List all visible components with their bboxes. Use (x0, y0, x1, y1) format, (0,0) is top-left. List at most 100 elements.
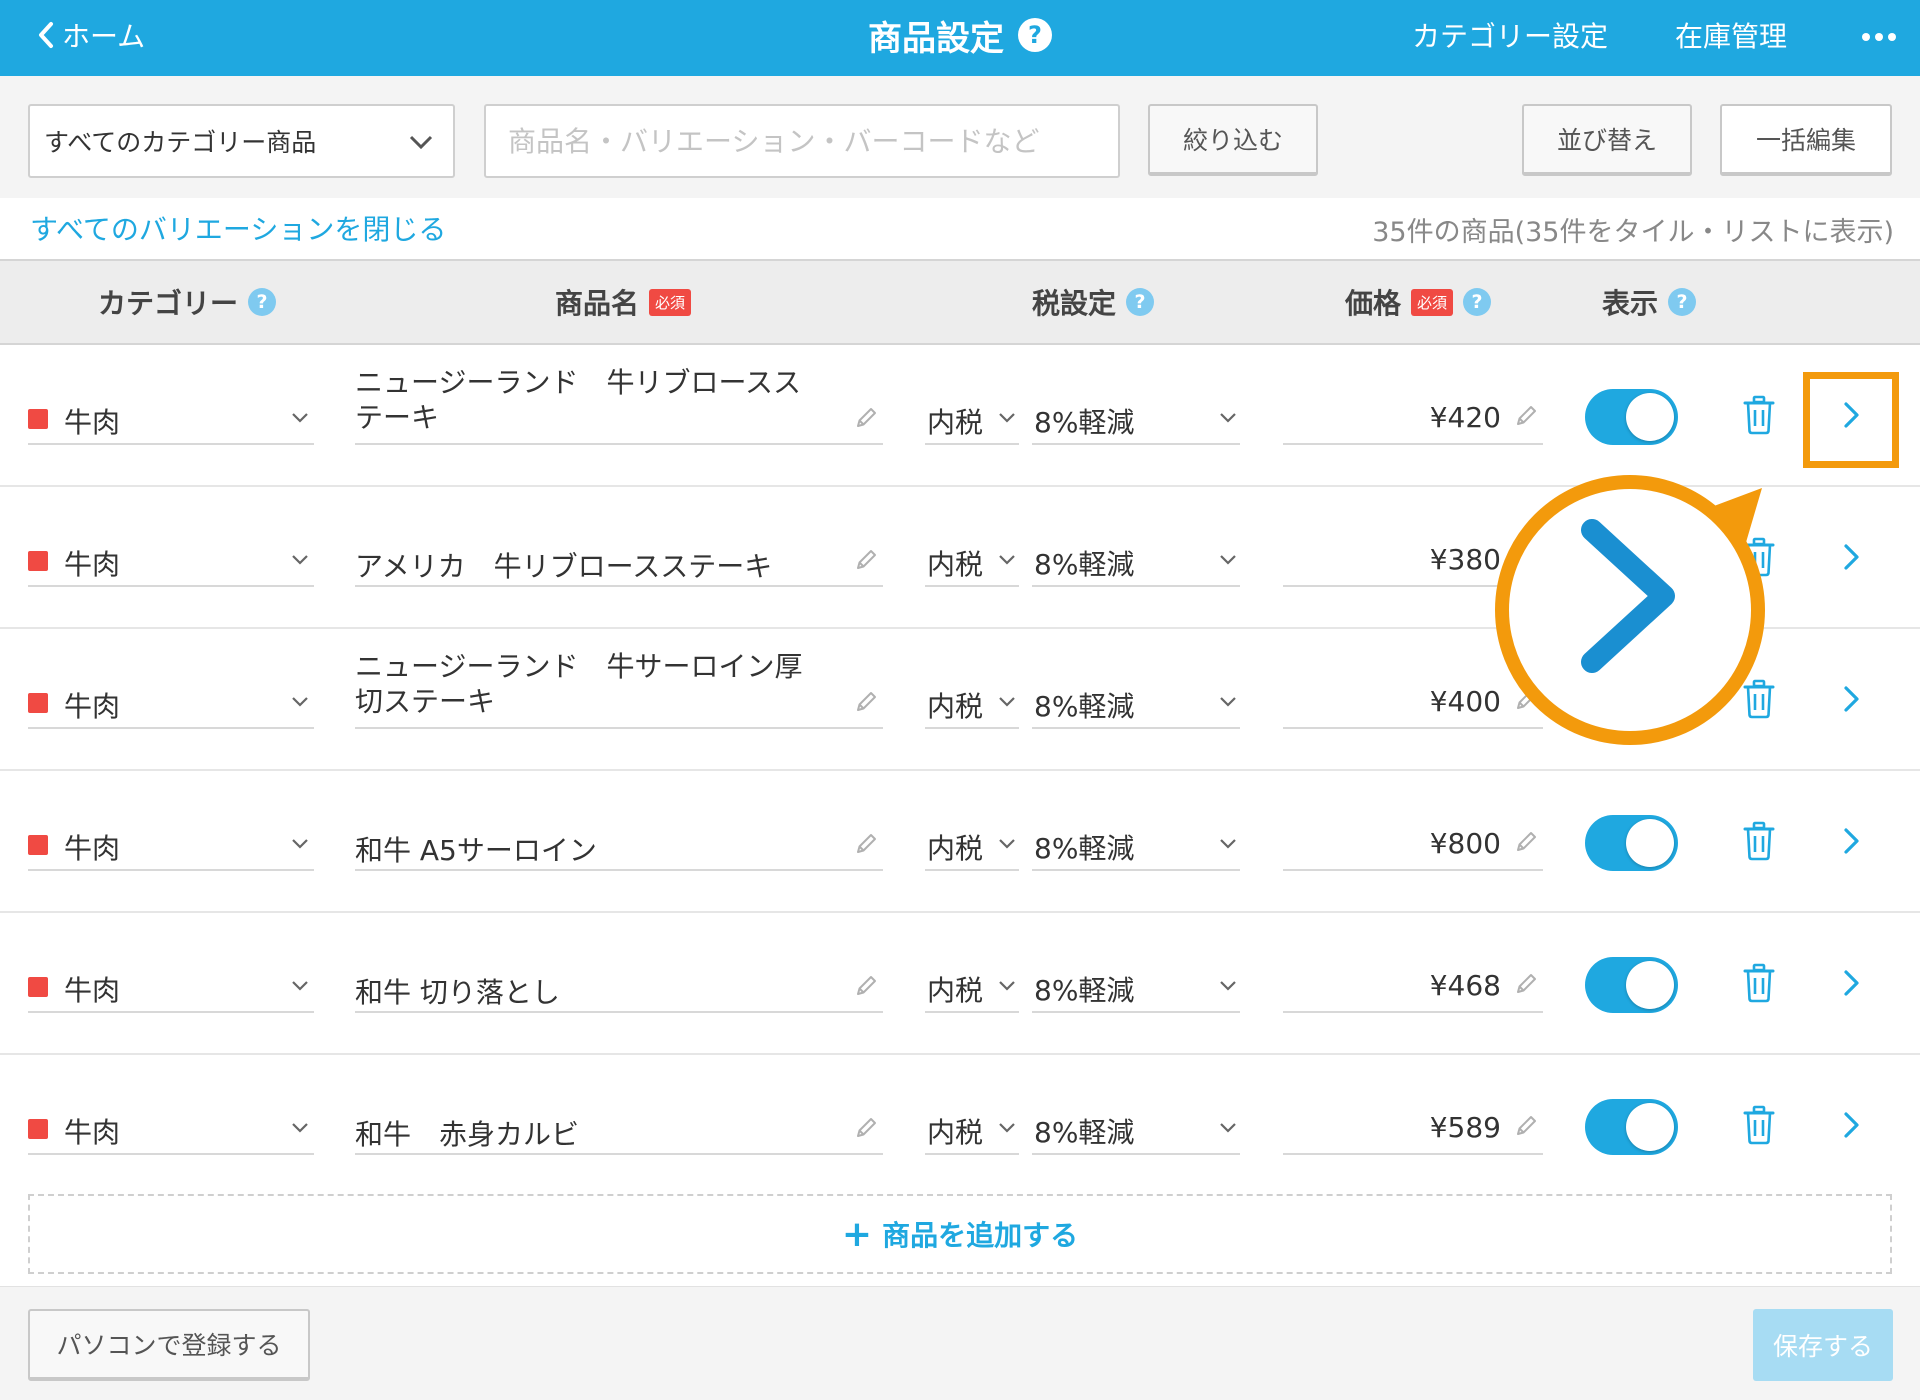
tax-rate-select[interactable]: 8%軽減 (1032, 677, 1240, 729)
chevron-down-icon (292, 1123, 308, 1133)
category-value: 牛肉 (64, 974, 121, 1007)
help-icon[interactable]: ? (248, 288, 277, 316)
product-name-field[interactable]: 和牛 切り落とし (355, 933, 883, 1013)
chevron-down-icon (999, 555, 1015, 565)
display-toggle[interactable] (1585, 673, 1678, 729)
display-toggle[interactable] (1585, 957, 1678, 1013)
tax-type-select[interactable]: 内税 (925, 819, 1019, 871)
pencil-icon (1517, 548, 1536, 567)
tax-rate-select[interactable]: 8%軽減 (1032, 961, 1240, 1013)
filter-button[interactable]: 絞り込む (1148, 104, 1318, 176)
toolbar: すべてのカテゴリー商品 絞り込む 並び替え 一括編集 (0, 76, 1920, 198)
tax-rate-value: 8%軽減 (1034, 406, 1135, 439)
category-select[interactable]: 牛肉 (28, 961, 314, 1013)
collapse-variations-link[interactable]: すべてのバリエーションを閉じる (30, 208, 446, 248)
more-menu-icon[interactable] (1862, 20, 1896, 54)
trash-icon[interactable] (1742, 1105, 1776, 1145)
category-color-marker (28, 551, 48, 571)
category-select[interactable]: 牛肉 (28, 535, 314, 587)
product-name-field[interactable]: アメリカ 牛リブロースステーキ (355, 507, 883, 587)
product-name-field[interactable]: 和牛 赤身カルビ (355, 1075, 883, 1155)
header-display-label: 表示 (1602, 287, 1659, 320)
tax-rate-value: 8%軽減 (1034, 548, 1135, 581)
help-icon[interactable]: ? (1126, 288, 1155, 316)
tax-rate-select[interactable]: 8%軽減 (1032, 1103, 1240, 1155)
chevron-down-icon (1220, 555, 1236, 565)
footer-bar: パソコンで登録する 保存する (0, 1286, 1920, 1400)
chevron-down-icon (292, 981, 308, 991)
tax-type-select[interactable]: 内税 (925, 535, 1019, 587)
trash-icon[interactable] (1742, 821, 1776, 861)
product-name-value: ニュージーランド 牛リブロースステーキ (355, 366, 802, 434)
category-filter-value: すべてのカテゴリー商品 (44, 128, 317, 157)
chevron-right-icon[interactable] (1840, 684, 1862, 714)
display-toggle[interactable] (1585, 531, 1678, 587)
help-icon[interactable]: ? (1668, 288, 1697, 316)
tax-rate-select[interactable]: 8%軽減 (1032, 535, 1240, 587)
tax-rate-select[interactable]: 8%軽減 (1032, 819, 1240, 871)
category-filter-select[interactable]: すべてのカテゴリー商品 (28, 104, 455, 178)
category-select[interactable]: 牛肉 (28, 819, 314, 871)
price-field[interactable]: ¥468 (1283, 961, 1543, 1013)
header-name-label: 商品名 (555, 287, 640, 320)
inventory-link[interactable]: 在庫管理 (1675, 0, 1787, 70)
price-value: ¥589 (1429, 1111, 1501, 1144)
add-product-bar: + 商品を追加する (0, 1180, 1920, 1288)
category-select[interactable]: 牛肉 (28, 677, 314, 729)
chevron-right-icon[interactable] (1840, 542, 1862, 572)
save-button[interactable]: 保存する (1753, 1309, 1893, 1381)
trash-icon[interactable] (1742, 679, 1776, 719)
price-field[interactable]: ¥400 (1283, 677, 1543, 729)
chevron-right-icon[interactable] (1840, 826, 1862, 856)
help-icon[interactable]: ? (1018, 18, 1052, 52)
display-toggle[interactable] (1585, 389, 1678, 445)
display-toggle[interactable] (1585, 815, 1678, 871)
add-product-button[interactable]: + 商品を追加する (28, 1194, 1892, 1274)
trash-icon[interactable] (1742, 395, 1776, 435)
price-field[interactable]: ¥800 (1283, 819, 1543, 871)
price-value: ¥800 (1429, 827, 1501, 860)
category-color-marker (28, 977, 48, 997)
bulk-edit-button[interactable]: 一括編集 (1720, 104, 1892, 176)
back-button[interactable]: ホーム (36, 0, 145, 70)
price-value: ¥380 (1429, 543, 1501, 576)
price-field[interactable]: ¥420 (1283, 393, 1543, 445)
sort-button[interactable]: 並び替え (1522, 104, 1692, 176)
tax-rate-select[interactable]: 8%軽減 (1032, 393, 1240, 445)
category-select[interactable]: 牛肉 (28, 393, 314, 445)
pencil-icon (1517, 974, 1536, 993)
price-field[interactable]: ¥589 (1283, 1103, 1543, 1155)
tax-type-select[interactable]: 内税 (925, 961, 1019, 1013)
tax-type-select[interactable]: 内税 (925, 393, 1019, 445)
chevron-right-icon[interactable] (1840, 1110, 1862, 1140)
chevron-down-icon (999, 413, 1015, 423)
category-settings-link[interactable]: カテゴリー設定 (1412, 0, 1608, 70)
help-icon[interactable]: ? (1463, 288, 1492, 316)
chevron-down-icon (292, 555, 308, 565)
pc-register-button[interactable]: パソコンで登録する (28, 1309, 310, 1381)
product-name-field[interactable]: 和牛 A5サーロイン (355, 791, 883, 871)
category-value: 牛肉 (64, 548, 121, 581)
app-screen: ホーム 商品設定 ? カテゴリー設定 在庫管理 すべてのカテゴリー商品 絞り込む… (0, 0, 1920, 1400)
table-row: 牛肉 ニュージーランド 牛サーロイン厚切ステーキ 内税 8%軽減 ¥400 (0, 629, 1920, 771)
toggle-knob (1626, 393, 1674, 441)
tax-type-select[interactable]: 内税 (925, 1103, 1019, 1155)
trash-icon[interactable] (1742, 963, 1776, 1003)
tax-type-value: 内税 (927, 974, 984, 1007)
price-field[interactable]: ¥380 (1283, 535, 1543, 587)
chevron-down-icon (999, 839, 1015, 849)
search-input[interactable] (484, 104, 1120, 178)
trash-icon[interactable] (1742, 537, 1776, 577)
chevron-down-icon (999, 1123, 1015, 1133)
product-name-field[interactable]: ニュージーランド 牛リブロースステーキ (355, 365, 883, 445)
category-select[interactable]: 牛肉 (28, 1103, 314, 1155)
pencil-icon (1517, 832, 1536, 851)
tax-rate-value: 8%軽減 (1034, 690, 1135, 723)
chevron-right-icon[interactable] (1840, 968, 1862, 998)
chevron-down-icon (999, 981, 1015, 991)
product-name-field[interactable]: ニュージーランド 牛サーロイン厚切ステーキ (355, 649, 883, 729)
category-color-marker (28, 835, 48, 855)
tax-type-select[interactable]: 内税 (925, 677, 1019, 729)
display-toggle[interactable] (1585, 1099, 1678, 1155)
back-label: ホーム (62, 20, 146, 53)
